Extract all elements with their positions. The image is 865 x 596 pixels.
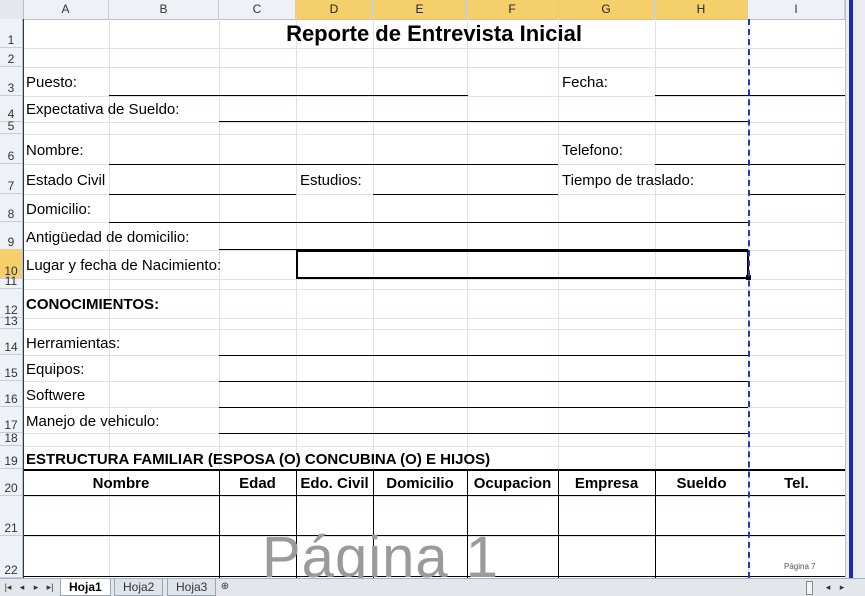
column-header-H[interactable]: H	[655, 0, 748, 19]
expectativa-underline	[219, 121, 748, 122]
first-sheet-icon[interactable]: |◂	[2, 580, 14, 594]
th-edo-civil: Edo. Civil	[300, 475, 369, 492]
equipos-underline	[219, 381, 748, 382]
label-equipos: Equipos:	[26, 361, 85, 378]
tab-hoja1[interactable]: Hoja1	[60, 579, 111, 596]
section-estructura: ESTRUCTURA FAMILIAR (ESPOSA (O) CONCUBIN…	[26, 451, 491, 468]
gridline-horizontal	[23, 134, 845, 135]
gridline-horizontal	[23, 122, 845, 123]
gridline-horizontal	[23, 48, 845, 49]
domicilio-underline	[109, 222, 748, 223]
column-header-C[interactable]: C	[219, 0, 296, 19]
column-header-B[interactable]: B	[109, 0, 219, 19]
row-header-14[interactable]: 14	[0, 329, 23, 355]
form-title: Reporte de Entrevista Inicial	[286, 21, 582, 46]
row-header-15[interactable]: 15	[0, 355, 23, 381]
table-top-border	[23, 469, 845, 471]
column-header-E[interactable]: E	[373, 0, 467, 19]
label-tiempo: Tiempo de traslado:	[562, 172, 695, 189]
scroll-left-icon[interactable]: ◂	[822, 580, 834, 594]
column-header-A[interactable]: A	[23, 0, 109, 19]
scroll-right-icon[interactable]: ▸	[836, 580, 848, 594]
herramientas-underline	[219, 355, 748, 356]
label-herramientas: Herramientas:	[26, 335, 121, 352]
gridline-horizontal	[23, 279, 845, 280]
puesto-underline	[109, 95, 468, 96]
manejo-underline	[219, 433, 748, 434]
row-header-13[interactable]: 13	[0, 314, 23, 329]
row-header-22[interactable]: 22	[0, 536, 23, 578]
row-header-18[interactable]: 18	[0, 431, 23, 446]
selected-cell-range[interactable]	[296, 250, 749, 279]
label-fecha: Fecha:	[562, 74, 608, 91]
label-telefono: Telefono:	[562, 142, 623, 159]
row-header-5[interactable]: 5	[0, 119, 23, 134]
th-tel: Tel.	[784, 475, 809, 492]
th-domicilio: Domicilio	[386, 475, 454, 492]
label-domicilio: Domicilio:	[26, 201, 92, 218]
label-lugar: Lugar y fecha de Nacimiento:	[26, 257, 222, 274]
row-header-9[interactable]: 9	[0, 222, 23, 250]
label-manejo: Manejo de vehiculo:	[26, 413, 160, 430]
column-header-D[interactable]: D	[296, 0, 373, 19]
label-nombre: Nombre:	[26, 142, 84, 159]
column-header-F[interactable]: F	[467, 0, 558, 19]
prev-sheet-icon[interactable]: ◂	[16, 580, 28, 594]
gridline-horizontal	[23, 96, 845, 97]
gridline-horizontal	[23, 289, 845, 290]
label-softwere: Softwere	[26, 387, 86, 404]
tab-hoja2[interactable]: Hoja2	[114, 579, 164, 596]
row-header-6[interactable]: 6	[0, 134, 23, 164]
th-nombre: Nombre	[92, 475, 150, 492]
gridline-horizontal	[23, 329, 845, 330]
softwere-underline	[219, 407, 748, 408]
section-conocimientos: CONOCIMIENTOS:	[26, 296, 160, 313]
label-estado-civil: Estado Civil	[26, 172, 106, 189]
row-header-2[interactable]: 2	[0, 48, 23, 67]
gridline-horizontal	[23, 318, 845, 319]
fecha-underline	[655, 95, 845, 96]
page-left-border	[23, 19, 24, 578]
column-header-G[interactable]: G	[558, 0, 655, 19]
label-antiguedad: Antigüedad de domicilio:	[26, 229, 190, 246]
last-sheet-icon[interactable]: ▸|	[44, 580, 56, 594]
th-empresa: Empresa	[574, 475, 639, 492]
row-header-17[interactable]: 17	[0, 407, 23, 433]
row-header-7[interactable]: 7	[0, 164, 23, 194]
hscroll-split-handle[interactable]	[806, 581, 813, 595]
label-estudios: Estudios:	[300, 172, 362, 189]
row-header-21[interactable]: 21	[0, 496, 23, 536]
page-break-line	[748, 19, 750, 578]
row-header-16[interactable]: 16	[0, 381, 23, 407]
gridline-horizontal	[23, 67, 845, 68]
sheet-tab-bar: |◂ ◂ ▸ ▸| Hoja1 Hoja2 Hoja3 ⊕ ◂ ▸	[0, 578, 865, 596]
row-header-20[interactable]: 20	[0, 469, 23, 496]
small-page-label: Página 7	[784, 562, 816, 571]
insert-sheet-icon[interactable]: ⊕	[218, 580, 232, 594]
telefono-underline	[655, 164, 845, 165]
nombre-underline	[109, 164, 558, 165]
row-header-11[interactable]: 11	[0, 274, 23, 289]
select-all-corner[interactable]	[0, 0, 24, 19]
estudios-underline	[373, 194, 558, 195]
vertical-scrollbar[interactable]	[845, 0, 865, 578]
th-ocupacion: Ocupacion	[473, 475, 552, 492]
th-sueldo: Sueldo	[676, 475, 727, 492]
gridline-horizontal	[23, 496, 845, 497]
row-header-3[interactable]: 3	[0, 67, 23, 96]
label-expectativa: Expectativa de Sueldo:	[26, 101, 180, 118]
th-edad: Edad	[239, 475, 276, 492]
next-sheet-icon[interactable]: ▸	[30, 580, 42, 594]
tab-hoja3[interactable]: Hoja3	[167, 579, 217, 596]
row-header-19[interactable]: 19	[0, 446, 23, 469]
row-header-1[interactable]: 1	[0, 19, 23, 48]
row-header-8[interactable]: 8	[0, 194, 23, 222]
estado-civil-underline	[109, 194, 296, 195]
gridline-horizontal	[23, 446, 845, 447]
label-puesto: Puesto:	[26, 74, 77, 91]
column-header-I[interactable]: I	[748, 0, 845, 19]
tiempo-underline	[748, 194, 845, 195]
